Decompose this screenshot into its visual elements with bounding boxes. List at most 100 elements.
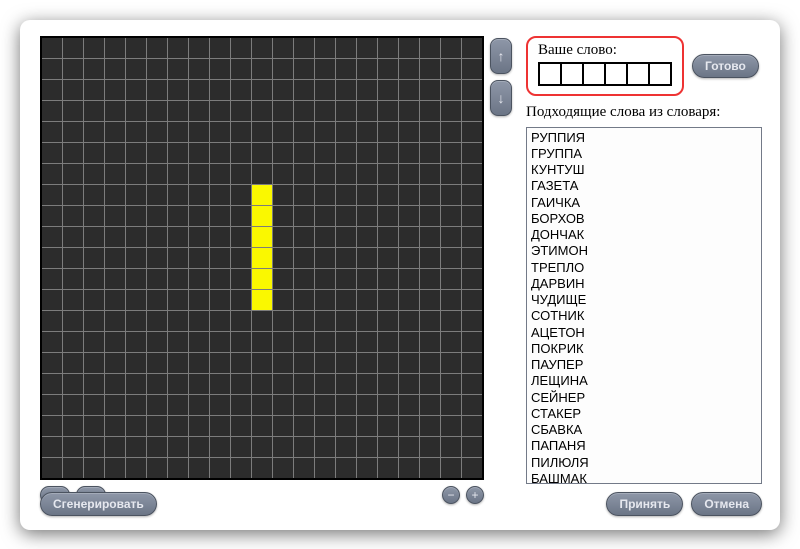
grid-cell[interactable] (189, 38, 209, 58)
grid-cell[interactable] (336, 437, 356, 457)
grid-cell[interactable] (315, 269, 335, 289)
grid-cell[interactable] (399, 290, 419, 310)
grid-cell[interactable] (294, 38, 314, 58)
grid-cell[interactable] (168, 206, 188, 226)
grid-cell[interactable] (420, 101, 440, 121)
grid-cell[interactable] (273, 80, 293, 100)
grid-cell[interactable] (462, 227, 482, 247)
grid-cell[interactable] (231, 248, 251, 268)
grid-cell[interactable] (336, 80, 356, 100)
grid-cell[interactable] (105, 395, 125, 415)
grid-cell[interactable] (252, 143, 272, 163)
grid-cell[interactable] (42, 143, 62, 163)
grid-cell[interactable] (231, 164, 251, 184)
grid-cell[interactable] (357, 38, 377, 58)
grid-cell[interactable] (147, 374, 167, 394)
grid-cell[interactable] (231, 227, 251, 247)
grid-cell[interactable] (336, 311, 356, 331)
grid-cell[interactable] (210, 248, 230, 268)
grid-cell[interactable] (441, 290, 461, 310)
grid-cell[interactable] (231, 122, 251, 142)
grid-cell[interactable] (42, 164, 62, 184)
grid-cell[interactable] (252, 185, 272, 205)
grid-cell[interactable] (168, 122, 188, 142)
grid-cell[interactable] (252, 437, 272, 457)
grid-cell[interactable] (105, 332, 125, 352)
grid-cell[interactable] (105, 437, 125, 457)
grid-cell[interactable] (441, 374, 461, 394)
dict-item[interactable]: ПАУПЕР (531, 357, 757, 373)
dict-item[interactable]: ГАЗЕТА (531, 178, 757, 194)
grid-cell[interactable] (63, 353, 83, 373)
grid-cell[interactable] (42, 227, 62, 247)
grid-cell[interactable] (399, 395, 419, 415)
grid-cell[interactable] (189, 206, 209, 226)
grid-cell[interactable] (126, 143, 146, 163)
grid-cell[interactable] (84, 59, 104, 79)
grid-cell[interactable] (462, 206, 482, 226)
grid-cell[interactable] (147, 143, 167, 163)
grid-cell[interactable] (189, 185, 209, 205)
grid-cell[interactable] (294, 101, 314, 121)
grid-cell[interactable] (357, 101, 377, 121)
grid-cell[interactable] (378, 185, 398, 205)
dict-item[interactable]: АЦЕТОН (531, 325, 757, 341)
grid-cell[interactable] (105, 101, 125, 121)
grid-cell[interactable] (399, 269, 419, 289)
grid-cell[interactable] (336, 101, 356, 121)
grid-cell[interactable] (84, 437, 104, 457)
grid-cell[interactable] (63, 206, 83, 226)
grid-cell[interactable] (315, 416, 335, 436)
grid-cell[interactable] (63, 38, 83, 58)
grid-cell[interactable] (336, 185, 356, 205)
grid-cell[interactable] (273, 38, 293, 58)
grid-cell[interactable] (336, 269, 356, 289)
grid-cell[interactable] (189, 122, 209, 142)
grid-cell[interactable] (252, 80, 272, 100)
accept-button[interactable]: Принять (606, 492, 683, 516)
grid-cell[interactable] (378, 248, 398, 268)
grid-cell[interactable] (315, 80, 335, 100)
grid-cell[interactable] (462, 416, 482, 436)
dict-item[interactable]: ДАРВИН (531, 276, 757, 292)
grid-cell[interactable] (273, 101, 293, 121)
dict-item[interactable]: ГАИЧКА (531, 195, 757, 211)
grid-cell[interactable] (126, 269, 146, 289)
grid-cell[interactable] (315, 143, 335, 163)
grid-cell[interactable] (399, 164, 419, 184)
grid-cell[interactable] (126, 164, 146, 184)
grid-cell[interactable] (315, 332, 335, 352)
grid-cell[interactable] (378, 59, 398, 79)
grid-cell[interactable] (147, 227, 167, 247)
grid-cell[interactable] (168, 101, 188, 121)
grid-cell[interactable] (315, 353, 335, 373)
cancel-button[interactable]: Отмена (691, 492, 762, 516)
grid-cell[interactable] (315, 248, 335, 268)
grid-cell[interactable] (42, 311, 62, 331)
nav-up-button[interactable]: ↑ (490, 38, 512, 74)
grid-cell[interactable] (378, 395, 398, 415)
grid-cell[interactable] (252, 101, 272, 121)
grid-cell[interactable] (336, 206, 356, 226)
grid-cell[interactable] (294, 395, 314, 415)
grid-cell[interactable] (126, 290, 146, 310)
grid-cell[interactable] (42, 80, 62, 100)
grid-cell[interactable] (294, 458, 314, 478)
grid-cell[interactable] (147, 395, 167, 415)
grid-cell[interactable] (147, 59, 167, 79)
grid-cell[interactable] (84, 164, 104, 184)
grid-cell[interactable] (105, 38, 125, 58)
grid-cell[interactable] (420, 122, 440, 142)
grid-cell[interactable] (189, 311, 209, 331)
grid-cell[interactable] (378, 311, 398, 331)
grid-cell[interactable] (168, 311, 188, 331)
grid-cell[interactable] (315, 458, 335, 478)
grid-cell[interactable] (63, 122, 83, 142)
grid-cell[interactable] (441, 311, 461, 331)
grid-cell[interactable] (462, 80, 482, 100)
grid-cell[interactable] (357, 269, 377, 289)
grid-cell[interactable] (168, 416, 188, 436)
grid-cell[interactable] (315, 122, 335, 142)
grid-cell[interactable] (336, 353, 356, 373)
grid-cell[interactable] (63, 143, 83, 163)
